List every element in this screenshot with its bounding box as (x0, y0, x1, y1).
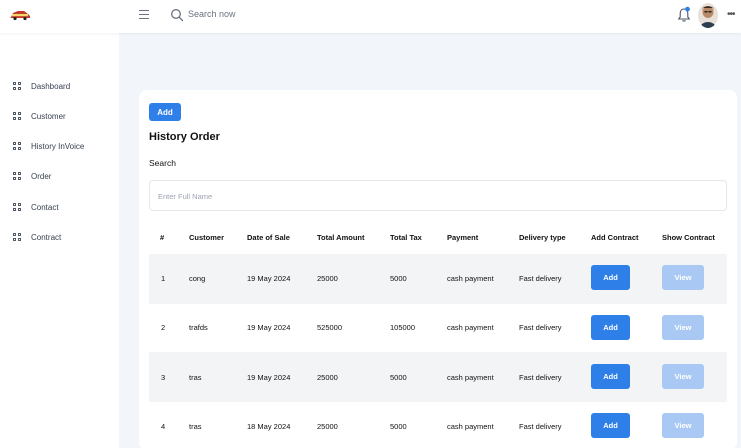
row-total-amount: 25000 (317, 274, 338, 283)
sidebar-item-label: Contract (31, 232, 62, 242)
sidebar-item-label: History InVoice (31, 141, 85, 151)
row-customer: trafds (189, 323, 208, 332)
sidebar-item-label: Dashboard (31, 81, 71, 91)
column-header-customer: Customer (189, 233, 225, 242)
sidebar-item-contact[interactable]: Contact (13, 201, 59, 213)
row-total-amount: 25000 (317, 422, 338, 431)
view-contract-button[interactable]: View (662, 413, 704, 438)
grid-icon (13, 112, 21, 120)
header-search-input[interactable]: Search now (188, 9, 236, 19)
sidebar: Dashboard Customer History InVoice Order… (0, 33, 119, 448)
view-contract-button[interactable]: View (662, 364, 704, 389)
hamburger-menu-icon[interactable] (139, 10, 149, 20)
row-date: 19 May 2024 (247, 373, 291, 382)
row-delivery-type: Fast delivery (519, 422, 562, 431)
column-header-add-contract: Add Contract (591, 233, 639, 242)
row-payment: cash payment (447, 323, 494, 332)
add-order-button[interactable]: Add (149, 103, 181, 121)
row-payment: cash payment (447, 274, 494, 283)
brand-logo[interactable] (9, 9, 31, 21)
row-number: 1 (161, 274, 166, 283)
sidebar-item-dashboard[interactable]: Dashboard (13, 80, 70, 92)
add-contract-button[interactable]: Add (591, 265, 630, 290)
full-name-search-input[interactable]: Enter Full Name (149, 180, 727, 211)
sidebar-item-history-invoice[interactable]: History InVoice (13, 140, 84, 152)
sidebar-item-order[interactable]: Order (13, 170, 51, 182)
column-header-date-of-sale: Date of Sale (247, 233, 290, 242)
row-total-tax: 105000 (390, 323, 416, 332)
column-header-show-contract: Show Contract (662, 233, 715, 242)
sidebar-item-label: Order (31, 171, 52, 181)
grid-icon (13, 142, 21, 150)
column-header-total-amount: Total Amount (317, 233, 365, 242)
page-title: History Order (149, 131, 220, 143)
row-total-tax: 5000 (390, 274, 407, 283)
grid-icon (13, 203, 21, 211)
row-total-amount: 25000 (317, 373, 338, 382)
grid-icon (13, 172, 21, 180)
column-header-total-tax: Total Tax (390, 233, 422, 242)
column-header-delivery-type: Delivery type (519, 233, 566, 242)
table-row (149, 402, 727, 448)
row-customer: tras (189, 373, 202, 382)
sidebar-item-contract[interactable]: Contract (13, 231, 61, 243)
row-customer: tras (189, 422, 202, 431)
sidebar-item-label: Customer (31, 111, 66, 121)
sidebar-item-customer[interactable]: Customer (13, 110, 66, 122)
row-date: 18 May 2024 (247, 422, 291, 431)
table-row (149, 352, 727, 402)
row-total-amount: 525000 (317, 323, 343, 332)
add-contract-button[interactable]: Add (591, 413, 630, 438)
grid-icon (13, 82, 21, 90)
row-number: 3 (161, 373, 166, 382)
column-header-number: # (160, 233, 165, 242)
bell-icon[interactable] (677, 6, 691, 23)
add-contract-button[interactable]: Add (591, 364, 630, 389)
search-label: Search (149, 158, 176, 168)
view-contract-button[interactable]: View (662, 315, 704, 340)
user-avatar[interactable] (698, 3, 718, 28)
sidebar-item-label: Contact (31, 202, 59, 212)
table-row (149, 303, 727, 353)
row-delivery-type: Fast delivery (519, 323, 562, 332)
search-icon[interactable] (170, 8, 184, 22)
top-bar: Search now ••• (0, 0, 741, 33)
row-number: 2 (161, 323, 166, 332)
row-date: 19 May 2024 (247, 323, 291, 332)
table-row (149, 254, 727, 304)
row-payment: cash payment (447, 373, 494, 382)
row-payment: cash payment (447, 422, 494, 431)
row-delivery-type: Fast delivery (519, 274, 562, 283)
row-total-tax: 5000 (390, 422, 407, 431)
grid-icon (13, 233, 21, 241)
row-customer: cong (189, 274, 206, 283)
view-contract-button[interactable]: View (662, 265, 704, 290)
row-number: 4 (161, 422, 166, 431)
row-delivery-type: Fast delivery (519, 373, 562, 382)
row-date: 19 May 2024 (247, 274, 291, 283)
row-total-tax: 5000 (390, 373, 407, 382)
add-contract-button[interactable]: Add (591, 315, 630, 340)
column-header-payment: Payment (447, 233, 479, 242)
more-options-icon[interactable]: ••• (727, 9, 735, 20)
